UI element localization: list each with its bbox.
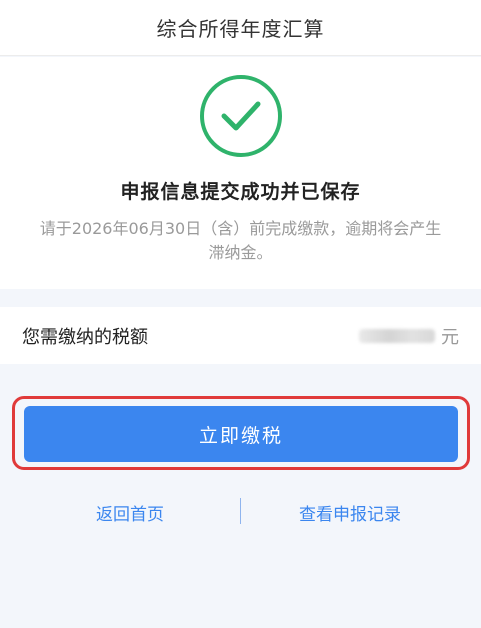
tax-label: 您需缴纳的税额: [22, 326, 148, 348]
pay-now-button[interactable]: 立即缴税: [24, 406, 458, 462]
status-note: 请于2026年06月30日（含）前完成缴款，逾期将会产生滞纳金。: [39, 219, 442, 262]
view-records-link[interactable]: 查看申报记录: [299, 500, 401, 525]
status-card: 申报信息提交成功并已保存 请于2026年06月30日（含）前完成缴款，逾期将会产…: [0, 57, 481, 289]
page-title: 综合所得年度汇算: [156, 17, 325, 41]
check-circle-icon: [200, 75, 282, 157]
bottom-links: 返回首页 查看申报记录: [0, 496, 481, 526]
page-header: 综合所得年度汇算: [0, 0, 481, 56]
tax-amount-redacted: [359, 328, 435, 343]
status-title: 申报信息提交成功并已保存: [120, 181, 361, 203]
checkmark-icon: [221, 101, 261, 131]
links-divider: [240, 498, 241, 524]
tax-unit: 元: [441, 326, 459, 348]
back-home-link[interactable]: 返回首页: [96, 500, 164, 525]
tax-amount-row: 您需缴纳的税额 元: [0, 307, 481, 364]
tax-payment-screen: 综合所得年度汇算 申报信息提交成功并已保存 请于2026年06月30日（含）前完…: [0, 0, 481, 628]
